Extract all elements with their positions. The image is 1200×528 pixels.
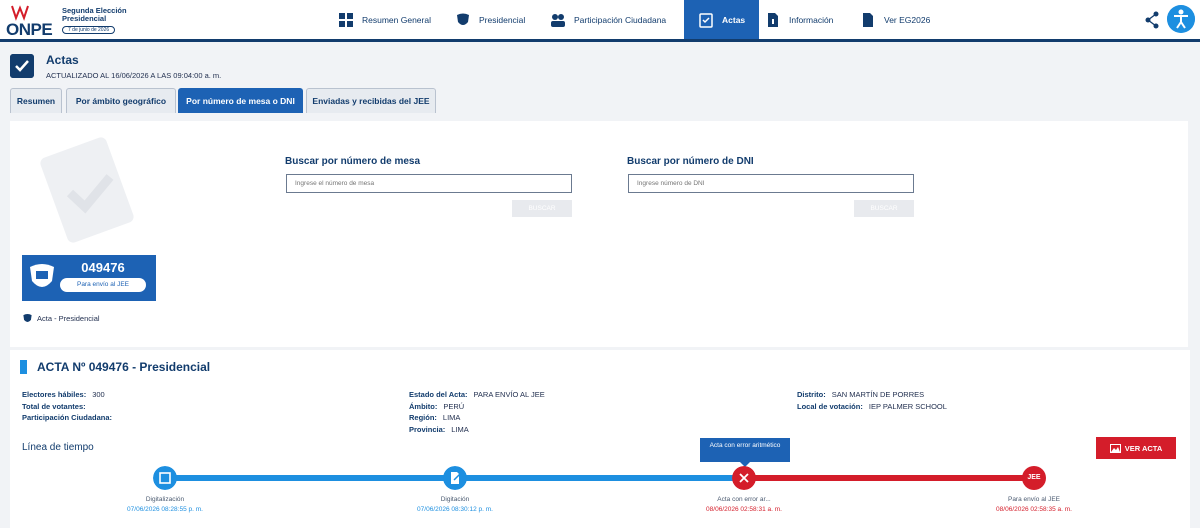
nav-informacion[interactable]: Información	[765, 0, 833, 39]
edit-document-icon[interactable]	[443, 466, 467, 490]
acta-status-pill: Para envío al JEE	[60, 278, 146, 292]
timeline-title: Línea de tiempo	[22, 442, 94, 453]
tab-mesa-dni[interactable]: Por número de mesa o DNI	[178, 88, 303, 113]
shield-emblem-icon	[23, 314, 32, 322]
timeline-step-label: Digitalización	[145, 496, 185, 503]
document-icon	[863, 12, 873, 27]
acta-title: ACTA Nº 049476 - Presidencial	[37, 360, 211, 374]
kv-local-votacion: Local de votación: IEP PALMER SCHOOL	[797, 402, 947, 411]
kv-total-votantes: Total de votantes:	[22, 402, 86, 411]
tab-enviadas-jee[interactable]: Enviadas y recibidas del JEE	[306, 88, 436, 113]
scan-icon[interactable]	[153, 466, 177, 490]
timeline-step-date: 08/06/2026 02:58:35 a. m.	[996, 506, 1072, 513]
timeline-step-label: Digitación	[440, 496, 470, 503]
acta-detail-section: ACTA Nº 049476 - Presidencial Electores …	[10, 350, 1190, 528]
nav-label: Resumen General	[362, 14, 431, 25]
acta-type-label: Acta - Presidencial	[37, 314, 100, 323]
timeline-track-error	[750, 475, 1044, 481]
logo-text: ONPE	[6, 20, 53, 39]
dashboard-icon	[339, 12, 353, 27]
election-title: Segunda Elección Presidencial	[62, 6, 127, 23]
top-navigation-bar: ONPE Segunda Elección Presidencial 7 de …	[0, 0, 1200, 42]
timeline-step-date: 08/06/2026 02:58:31 a. m.	[706, 506, 782, 513]
last-updated: ACTUALIZADO AL 16/06/2026 A LAS 09:04:00…	[46, 71, 222, 80]
mesa-search-label: Buscar por número de mesa	[285, 156, 421, 167]
dni-search-input[interactable]	[628, 174, 914, 193]
nav-actas[interactable]: Actas	[684, 0, 760, 39]
timeline-step-date: 07/06/2026 08:30:12 p. m.	[417, 506, 493, 513]
timeline-step-date: 07/06/2026 08:28:55 p. m.	[127, 506, 203, 513]
kv-estado-acta: Estado del Acta: PARA ENVÍO AL JEE	[409, 390, 545, 399]
mesa-search-button[interactable]: BUSCAR	[512, 200, 572, 217]
acta-result-card[interactable]: 049476 Para envío al JEE	[22, 255, 156, 301]
accessibility-icon[interactable]	[1167, 5, 1195, 33]
nav-resumen-general[interactable]: Resumen General	[338, 0, 431, 39]
error-icon[interactable]	[732, 466, 756, 490]
nav-label: Participación Ciudadana	[574, 14, 667, 25]
shield-emblem-icon	[457, 13, 469, 25]
tab-resumen[interactable]: Resumen	[10, 88, 62, 113]
acta-type-caption: Acta - Presidencial	[22, 313, 100, 324]
document-watermark-icon	[40, 137, 134, 243]
image-icon	[1109, 443, 1121, 453]
nav-label: Información	[789, 14, 834, 25]
nav-participacion-ciudadana[interactable]: Participación Ciudadana	[550, 0, 666, 39]
election-date: 7 de junio de 2026	[62, 26, 116, 34]
nav-ver-eg2026[interactable]: Ver EG2026	[860, 0, 930, 39]
dni-search-label: Buscar por número de DNI	[627, 156, 754, 167]
actas-check-icon	[10, 54, 34, 78]
jee-node[interactable]: JEE	[1022, 466, 1046, 490]
timeline-step-label: Acta con error ar...	[717, 496, 771, 503]
nav-label: Actas	[722, 14, 746, 25]
page-title: Actas	[46, 53, 79, 67]
section-accent	[20, 360, 27, 374]
kv-ambito: Ámbito: PERÚ	[409, 402, 465, 411]
dni-search-button[interactable]: BUSCAR	[854, 200, 914, 217]
tab-ambito-geografico[interactable]: Por ámbito geográfico	[66, 88, 176, 113]
nav-presidencial[interactable]: Presidencial	[455, 0, 525, 39]
kv-participacion: Participación Ciudadana:	[22, 413, 113, 422]
timeline-tooltip: Acta con error aritmético	[700, 438, 790, 467]
kv-provincia: Provincia: LIMA	[409, 425, 469, 434]
people-icon	[551, 13, 565, 27]
share-icon[interactable]	[1144, 11, 1160, 29]
document-info-icon	[768, 12, 778, 27]
kv-region: Región: LIMA	[409, 413, 461, 422]
ver-acta-button[interactable]: VER ACTA	[1096, 437, 1176, 459]
search-panel: Buscar por número de mesa BUSCAR Buscar …	[10, 121, 1188, 347]
ver-acta-label: VER ACTA	[1124, 443, 1163, 453]
nav-label: Presidencial	[479, 14, 526, 25]
kv-electores: Electores hábiles: 300	[22, 390, 105, 399]
onpe-logo[interactable]: ONPE Segunda Elección Presidencial 7 de …	[4, 3, 127, 39]
kv-distrito: Distrito: SAN MARTÍN DE PORRES	[797, 390, 925, 399]
checklist-icon	[699, 12, 713, 28]
peru-emblem-icon	[30, 264, 54, 287]
acta-number: 049476	[81, 260, 125, 275]
mesa-search-input[interactable]	[286, 174, 572, 193]
timeline-step-label: Para envío al JEE	[1007, 496, 1061, 503]
nav-label: Ver EG2026	[884, 14, 931, 25]
